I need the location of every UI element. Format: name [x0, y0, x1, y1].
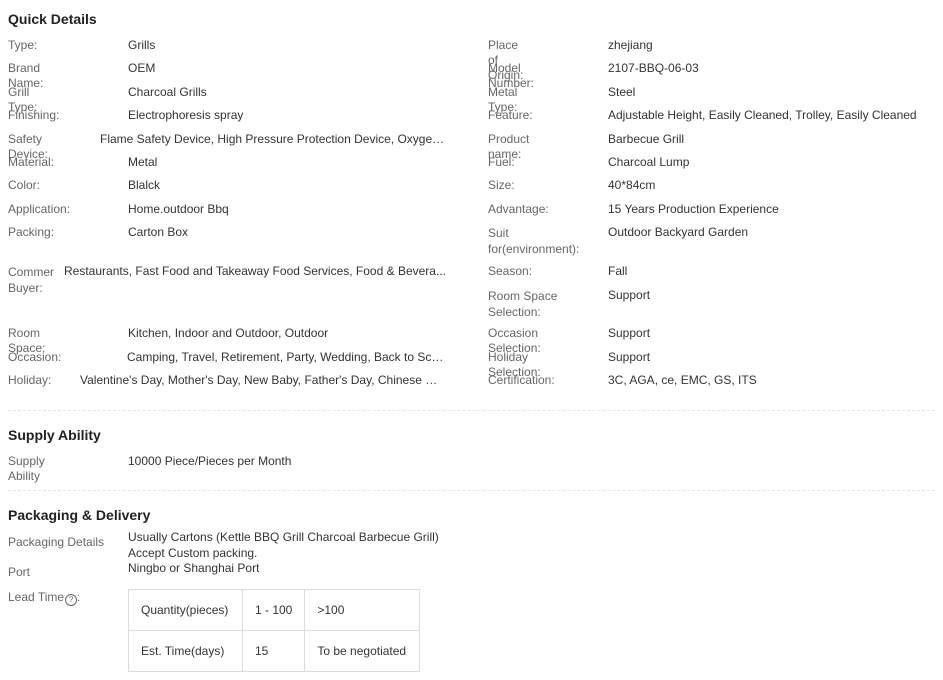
detail-value: Charcoal Lump: [608, 155, 690, 169]
detail-label: Certification:: [488, 373, 555, 387]
detail-value: Adjustable Height, Easily Cleaned, Troll…: [608, 108, 917, 122]
help-icon[interactable]: ?: [65, 594, 78, 606]
detail-label: Holiday:: [8, 373, 52, 387]
detail-label: Commer Buyer:: [8, 265, 55, 295]
detail-value: OEM: [128, 61, 156, 75]
detail-label: Season:: [488, 264, 533, 278]
lead-time-table: Quantity(pieces) 1 - 100 >100 Est. Time(…: [128, 589, 421, 672]
detail-value: Support: [608, 288, 651, 302]
section-divider: [8, 490, 935, 491]
supply-label: Supply Ability: [8, 454, 45, 483]
table-row: Est. Time(days) 15 To be negotiated: [128, 630, 421, 672]
detail-label: Size:: [488, 178, 515, 192]
detail-label: Finishing:: [8, 108, 60, 122]
detail-value: Home.outdoor Bbq: [128, 202, 229, 216]
detail-value: 40*84cm: [608, 178, 656, 192]
detail-value: Support: [608, 350, 651, 364]
detail-value: Grills: [128, 38, 156, 52]
detail-value: Flame Safety Device, High Pressure Prote…: [100, 132, 450, 146]
packaging-details-line2: Accept Custom packing.: [128, 546, 258, 560]
detail-label: Room Space Selection:: [488, 289, 558, 319]
detail-label: Packing:: [8, 225, 55, 239]
detail-value: Charcoal Grills: [128, 85, 207, 99]
detail-label: Fuel:: [488, 155, 515, 169]
detail-label: Suit for(environment):: [488, 226, 580, 256]
supply-value: 10000 Piece/Pieces per Month: [128, 454, 292, 468]
detail-label: Material:: [8, 155, 55, 169]
product-details-page: Quick Details Type: Grills Brand Name: O…: [0, 0, 943, 680]
packaging-details-label: Packaging Details: [8, 535, 105, 549]
detail-label: Feature:: [488, 108, 533, 122]
lead-time-label: Lead Time: [8, 590, 65, 604]
table-row: Quantity(pieces) 1 - 100 >100: [128, 589, 421, 631]
port-label: Port: [8, 565, 31, 579]
detail-value: Metal: [128, 155, 158, 169]
detail-value: Steel: [608, 85, 636, 99]
table-cell: 15: [241, 630, 306, 672]
detail-value: Fall: [608, 264, 628, 278]
detail-value: zhejiang: [608, 38, 653, 52]
supply-ability-title: Supply Ability: [8, 427, 101, 443]
quick-details-title: Quick Details: [8, 11, 97, 27]
detail-label: Occasion:: [8, 350, 62, 364]
port-value: Ningbo or Shanghai Port: [128, 561, 260, 575]
detail-value: 2107-BBQ-06-03: [608, 61, 699, 75]
detail-value: Barbecue Grill: [608, 132, 685, 146]
table-cell: Est. Time(days): [128, 630, 243, 672]
detail-label: Application:: [8, 202, 71, 216]
detail-value: Support: [608, 326, 651, 340]
detail-label: Advantage:: [488, 202, 549, 216]
detail-value: Restaurants, Fast Food and Takeaway Food…: [64, 264, 446, 278]
lead-time-colon: :: [77, 590, 81, 604]
detail-value: Electrophoresis spray: [128, 108, 244, 122]
detail-value: Kitchen, Indoor and Outdoor, Outdoor: [128, 326, 329, 340]
table-cell: >100: [304, 589, 421, 631]
detail-label: Color:: [8, 178, 41, 192]
detail-value: Blalck: [128, 178, 161, 192]
detail-label: Type:: [8, 38, 38, 52]
detail-value: Outdoor Backyard Garden: [608, 225, 749, 239]
table-cell: Quantity(pieces): [128, 589, 243, 631]
packaging-details-line1: Usually Cartons (Kettle BBQ Grill Charco…: [128, 530, 439, 544]
detail-value: Valentine's Day, Mother's Day, New Baby,…: [80, 373, 443, 387]
packaging-delivery-title: Packaging & Delivery: [8, 507, 151, 523]
table-cell: 1 - 100: [241, 589, 306, 631]
section-divider: [8, 410, 935, 411]
detail-value: 3C, AGA, ce, EMC, GS, ITS: [608, 373, 757, 387]
table-cell: To be negotiated: [304, 630, 421, 672]
lead-time-label-wrap: Lead Time?:: [8, 590, 80, 606]
detail-value: 15 Years Production Experience: [608, 202, 779, 216]
detail-value: Camping, Travel, Retirement, Party, Wedd…: [127, 350, 445, 364]
detail-value: Carton Box: [128, 225, 189, 239]
